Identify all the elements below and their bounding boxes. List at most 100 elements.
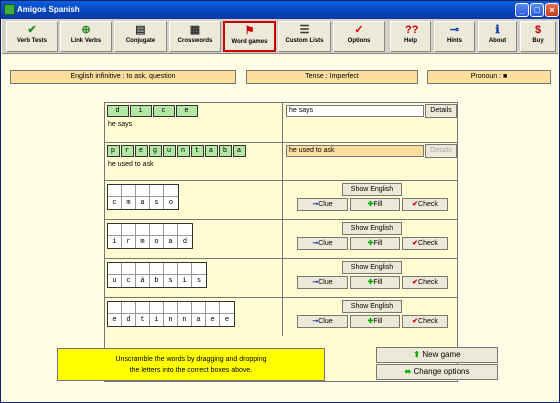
- hints-icon: ⊸: [449, 24, 460, 36]
- check-button[interactable]: ✔Check: [402, 198, 448, 211]
- check-button[interactable]: ✔Check: [402, 276, 448, 289]
- scrambled-letter[interactable]: c: [122, 275, 136, 287]
- show-english-button[interactable]: Show English: [342, 222, 402, 235]
- clue-button[interactable]: ⊸Clue: [297, 198, 348, 211]
- scrambled-letter[interactable]: n: [178, 314, 192, 326]
- details-button[interactable]: Details: [425, 144, 457, 158]
- drop-target-box[interactable]: [192, 302, 206, 313]
- scrambled-letter[interactable]: u: [108, 275, 122, 287]
- scrambled-letter[interactable]: t: [136, 314, 150, 326]
- scrambled-letter[interactable]: a: [164, 236, 178, 248]
- english-response-field[interactable]: he used to ask: [286, 145, 424, 157]
- scrambled-letter[interactable]: o: [150, 236, 164, 248]
- link-icon: ⊕: [81, 24, 91, 36]
- scrambled-letter[interactable]: r: [122, 236, 136, 248]
- drop-target-box[interactable]: [192, 263, 206, 274]
- drop-target-box[interactable]: [122, 185, 136, 196]
- scrambled-letter[interactable]: c: [108, 197, 122, 209]
- fill-button[interactable]: ✚Fill: [350, 276, 400, 289]
- toolbar-button-hints[interactable]: ⊸ Hints: [434, 21, 475, 52]
- scrambled-letter[interactable]: a: [136, 197, 150, 209]
- minimize-button[interactable]: _: [515, 3, 529, 17]
- show-english-button[interactable]: Show English: [342, 261, 402, 274]
- scrambled-letter[interactable]: á: [136, 275, 150, 287]
- drop-target-box[interactable]: [220, 302, 234, 313]
- drop-target-box[interactable]: [108, 185, 122, 196]
- scrambled-letter[interactable]: m: [136, 236, 150, 248]
- swap-arrows-icon: ⬌: [404, 367, 412, 376]
- answer-letter-tile: e: [135, 145, 148, 157]
- clue-button[interactable]: ⊸Clue: [297, 315, 348, 328]
- fill-button[interactable]: ✚Fill: [350, 198, 400, 211]
- scrambled-letter[interactable]: a: [192, 314, 206, 326]
- drop-target-box[interactable]: [178, 263, 192, 274]
- answer-letters: preguntaba: [107, 145, 247, 157]
- drop-target-box[interactable]: [164, 263, 178, 274]
- drop-target-box[interactable]: [122, 224, 136, 235]
- check-button[interactable]: ✔Check: [402, 237, 448, 250]
- scrambled-letter[interactable]: o: [164, 197, 178, 209]
- drop-target-box[interactable]: [150, 224, 164, 235]
- scrambled-letter[interactable]: s: [150, 197, 164, 209]
- drop-target-box[interactable]: [206, 302, 220, 313]
- drop-target-box[interactable]: [150, 185, 164, 196]
- answer-letter-tile: a: [233, 145, 246, 157]
- drop-target-row: [108, 302, 234, 314]
- details-button[interactable]: Details: [425, 104, 457, 118]
- scrambled-letter[interactable]: e: [108, 314, 122, 326]
- scrambled-letter[interactable]: d: [122, 314, 136, 326]
- maximize-button[interactable]: □: [530, 3, 544, 17]
- scrambled-letter[interactable]: i: [178, 275, 192, 287]
- toolbar-button-link-verbs[interactable]: ⊕ Link Verbs: [60, 21, 112, 52]
- change-options-button[interactable]: ⬌ Change options: [376, 364, 498, 380]
- scrambled-letter[interactable]: d: [178, 236, 192, 248]
- scrambled-letter[interactable]: m: [122, 197, 136, 209]
- drop-target-box[interactable]: [136, 263, 150, 274]
- drop-target-box[interactable]: [108, 302, 122, 313]
- toolbar-button-buy[interactable]: $ Buy: [520, 21, 556, 52]
- drop-target-box[interactable]: [150, 263, 164, 274]
- drop-target-box[interactable]: [178, 302, 192, 313]
- scrambled-letter[interactable]: i: [108, 236, 122, 248]
- scramble-boxes: edtinnaee: [107, 301, 235, 327]
- scrambled-letter[interactable]: b: [150, 275, 164, 287]
- show-english-button[interactable]: Show English: [342, 183, 402, 196]
- clue-button[interactable]: ⊸Clue: [297, 237, 348, 250]
- drop-target-box[interactable]: [164, 185, 178, 196]
- drop-target-box[interactable]: [150, 302, 164, 313]
- scrambled-letter[interactable]: i: [150, 314, 164, 326]
- scrambled-letter[interactable]: n: [164, 314, 178, 326]
- scrambled-letter[interactable]: e: [206, 314, 220, 326]
- fill-button[interactable]: ✚Fill: [350, 315, 400, 328]
- scrambled-letter[interactable]: e: [220, 314, 234, 326]
- toolbar-button-verb-tests[interactable]: ✔ Verb Tests: [6, 21, 58, 52]
- drop-target-box[interactable]: [122, 263, 136, 274]
- drop-target-box[interactable]: [108, 224, 122, 235]
- close-button[interactable]: ×: [545, 3, 559, 17]
- toolbar-button-about[interactable]: ℹ About: [478, 21, 517, 52]
- clue-button[interactable]: ⊸Clue: [297, 276, 348, 289]
- drop-target-box[interactable]: [178, 224, 192, 235]
- check-button[interactable]: ✔Check: [402, 315, 448, 328]
- toolbar-button-conjugate[interactable]: ▤ Conjugate: [114, 21, 167, 52]
- drop-target-box[interactable]: [164, 224, 178, 235]
- fill-button[interactable]: ✚Fill: [350, 237, 400, 250]
- check-button-label: Check: [418, 201, 438, 208]
- drop-target-box[interactable]: [108, 263, 122, 274]
- drop-target-box[interactable]: [164, 302, 178, 313]
- english-response-field[interactable]: he says: [286, 105, 424, 117]
- toolbar-button-help[interactable]: ?? Help: [390, 21, 431, 52]
- drop-target-box[interactable]: [136, 185, 150, 196]
- new-game-button[interactable]: ⬆ New game: [376, 347, 498, 363]
- drop-target-box[interactable]: [136, 224, 150, 235]
- toolbar-button-custom-lists[interactable]: ☰ Custom Lists: [278, 21, 331, 52]
- drop-target-box[interactable]: [122, 302, 136, 313]
- answer-letter-tile: u: [163, 145, 176, 157]
- drop-target-box[interactable]: [136, 302, 150, 313]
- scrambled-letter[interactable]: s: [164, 275, 178, 287]
- toolbar-button-crosswords[interactable]: ▦ Crosswords: [169, 21, 221, 52]
- show-english-button[interactable]: Show English: [342, 300, 402, 313]
- scrambled-letter[interactable]: s: [192, 275, 206, 287]
- toolbar-button-options[interactable]: ✓ Options: [333, 21, 385, 52]
- toolbar-button-word-games[interactable]: ⚑ Word games: [223, 21, 276, 52]
